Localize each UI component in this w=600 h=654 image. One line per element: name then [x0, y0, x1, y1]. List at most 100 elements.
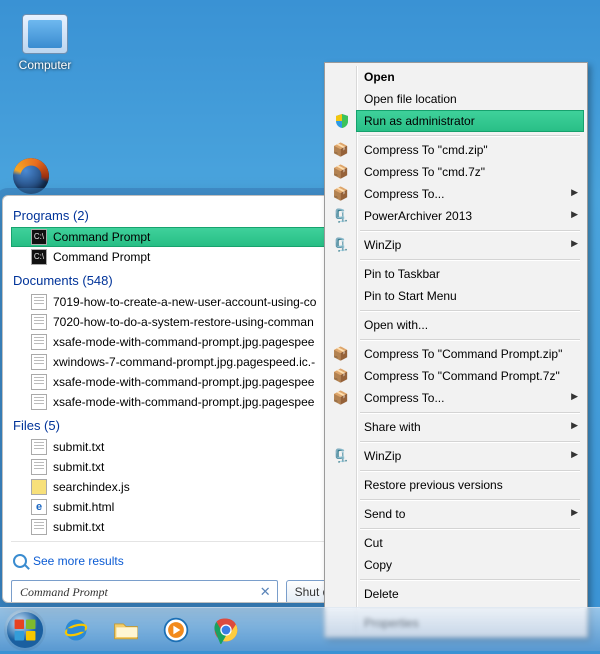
ctx-winzip[interactable]: 🗜️ WinZip [356, 234, 584, 256]
ctx-restore-previous-versions[interactable]: Restore previous versions [356, 474, 584, 496]
document-icon [31, 334, 47, 350]
see-more-results-link[interactable]: See more results [11, 546, 345, 576]
search-input[interactable] [18, 584, 260, 601]
ctx-run-as-administrator[interactable]: Run as administrator [356, 110, 584, 132]
ctx-compress-to[interactable]: 📦 Compress To... [356, 183, 584, 205]
section-documents: Documents (548) [11, 267, 345, 292]
list-item[interactable]: submit.txt [11, 457, 345, 477]
ctx-winzip-2[interactable]: 🗜️ WinZip [356, 445, 584, 467]
result-label: submit.html [53, 500, 114, 514]
windows-logo-icon [6, 611, 44, 649]
computer-icon [22, 14, 68, 54]
ctx-separator [360, 579, 580, 580]
document-icon [31, 394, 47, 410]
ctx-compress-commandprompt-zip[interactable]: 📦 Compress To "Command Prompt.zip" [356, 343, 584, 365]
ctx-separator [360, 339, 580, 340]
text-file-icon [31, 519, 47, 535]
section-programs: Programs (2) [11, 202, 345, 227]
result-label: xsafe-mode-with-command-prompt.jpg.pages… [53, 335, 314, 349]
desktop-icon-computer[interactable]: Computer [14, 14, 76, 72]
clear-icon[interactable]: ✕ [260, 584, 271, 600]
result-label: searchindex.js [53, 480, 130, 494]
ctx-separator [360, 310, 580, 311]
document-icon [31, 354, 47, 370]
ctx-compress-commandprompt-7z[interactable]: 📦 Compress To "Command Prompt.7z" [356, 365, 584, 387]
archive-icon: 📦 [332, 367, 350, 385]
context-menu: Open Open file location Run as administr… [324, 62, 588, 638]
result-label: xsafe-mode-with-command-prompt.jpg.pages… [53, 375, 314, 389]
start-button[interactable] [4, 609, 46, 651]
ctx-delete[interactable]: Delete [356, 583, 584, 605]
list-item[interactable]: xsafe-mode-with-command-prompt.jpg.pages… [11, 332, 345, 352]
taskbar [0, 607, 600, 651]
ctx-pin-start-menu[interactable]: Pin to Start Menu [356, 285, 584, 307]
list-item[interactable]: submit.txt [11, 437, 345, 457]
list-item[interactable]: 7020-how-to-do-a-system-restore-using-co… [11, 312, 345, 332]
js-file-icon [31, 479, 47, 495]
archive-icon: 📦 [332, 389, 350, 407]
ctx-compress-cmd-7z[interactable]: 📦 Compress To "cmd.7z" [356, 161, 584, 183]
result-label: submit.txt [53, 520, 104, 534]
ctx-open-file-location[interactable]: Open file location [356, 88, 584, 110]
start-search-box[interactable]: ✕ [11, 580, 278, 603]
firefox-icon[interactable] [13, 158, 49, 194]
list-item[interactable]: xsafe-mode-with-command-prompt.jpg.pages… [11, 372, 345, 392]
section-files: Files (5) [11, 412, 345, 437]
ctx-send-to[interactable]: Send to [356, 503, 584, 525]
chrome-icon [212, 616, 240, 644]
magnifier-icon [13, 554, 27, 568]
taskbar-ie[interactable] [54, 612, 98, 648]
document-icon [31, 314, 47, 330]
archive-icon: 📦 [332, 185, 350, 203]
ctx-share-with[interactable]: Share with [356, 416, 584, 438]
result-label: Command Prompt [53, 230, 150, 244]
taskbar-chrome[interactable] [204, 612, 248, 648]
ctx-copy[interactable]: Copy [356, 554, 584, 576]
document-icon [31, 294, 47, 310]
powerarchiver-icon: 🗜️ [332, 207, 350, 225]
document-icon [31, 374, 47, 390]
command-prompt-icon: C:\ [31, 249, 47, 265]
html-file-icon [31, 499, 47, 515]
ctx-pin-taskbar[interactable]: Pin to Taskbar [356, 263, 584, 285]
list-item[interactable]: 7019-how-to-create-a-new-user-account-us… [11, 292, 345, 312]
result-command-prompt[interactable]: C:\ Command Prompt [11, 247, 345, 267]
archive-icon: 📦 [332, 141, 350, 159]
list-item[interactable]: submit.html [11, 497, 345, 517]
ctx-compress-cmd-zip[interactable]: 📦 Compress To "cmd.zip" [356, 139, 584, 161]
ctx-compress-to-2[interactable]: 📦 Compress To... [356, 387, 584, 409]
winzip-icon: 🗜️ [332, 447, 350, 465]
result-label: submit.txt [53, 440, 104, 454]
ctx-cut[interactable]: Cut [356, 532, 584, 554]
start-menu-search-results: Programs (2) C:\ Command Prompt C:\ Comm… [2, 195, 354, 603]
ctx-powerarchiver[interactable]: 🗜️ PowerArchiver 2013 [356, 205, 584, 227]
winzip-icon: 🗜️ [332, 236, 350, 254]
result-label: submit.txt [53, 460, 104, 474]
divider [11, 541, 345, 542]
archive-icon: 📦 [332, 345, 350, 363]
result-label: Command Prompt [53, 250, 150, 264]
taskbar-media-player[interactable] [154, 612, 198, 648]
ctx-separator [360, 441, 580, 442]
command-prompt-icon: C:\ [31, 229, 47, 245]
ctx-separator [360, 528, 580, 529]
list-item[interactable]: xwindows-7-command-prompt.jpg.pagespeed.… [11, 352, 345, 372]
result-label: 7020-how-to-do-a-system-restore-using-co… [53, 315, 314, 329]
text-file-icon [31, 439, 47, 455]
result-label: xsafe-mode-with-command-prompt.jpg.pages… [53, 395, 314, 409]
result-label: 7019-how-to-create-a-new-user-account-us… [53, 295, 316, 309]
ctx-separator [360, 499, 580, 500]
ctx-open-with[interactable]: Open with... [356, 314, 584, 336]
ctx-open[interactable]: Open [356, 66, 584, 88]
desktop-icon-label: Computer [14, 58, 76, 72]
ctx-separator [360, 259, 580, 260]
list-item[interactable]: searchindex.js [11, 477, 345, 497]
list-item[interactable]: xsafe-mode-with-command-prompt.jpg.pages… [11, 392, 345, 412]
see-more-label: See more results [33, 554, 124, 568]
result-command-prompt-selected[interactable]: C:\ Command Prompt [11, 227, 345, 247]
taskbar-explorer[interactable] [104, 612, 148, 648]
list-item[interactable]: submit.txt [11, 517, 345, 537]
media-player-icon [162, 616, 190, 644]
result-label: xwindows-7-command-prompt.jpg.pagespeed.… [53, 355, 315, 369]
shield-icon [333, 113, 351, 131]
